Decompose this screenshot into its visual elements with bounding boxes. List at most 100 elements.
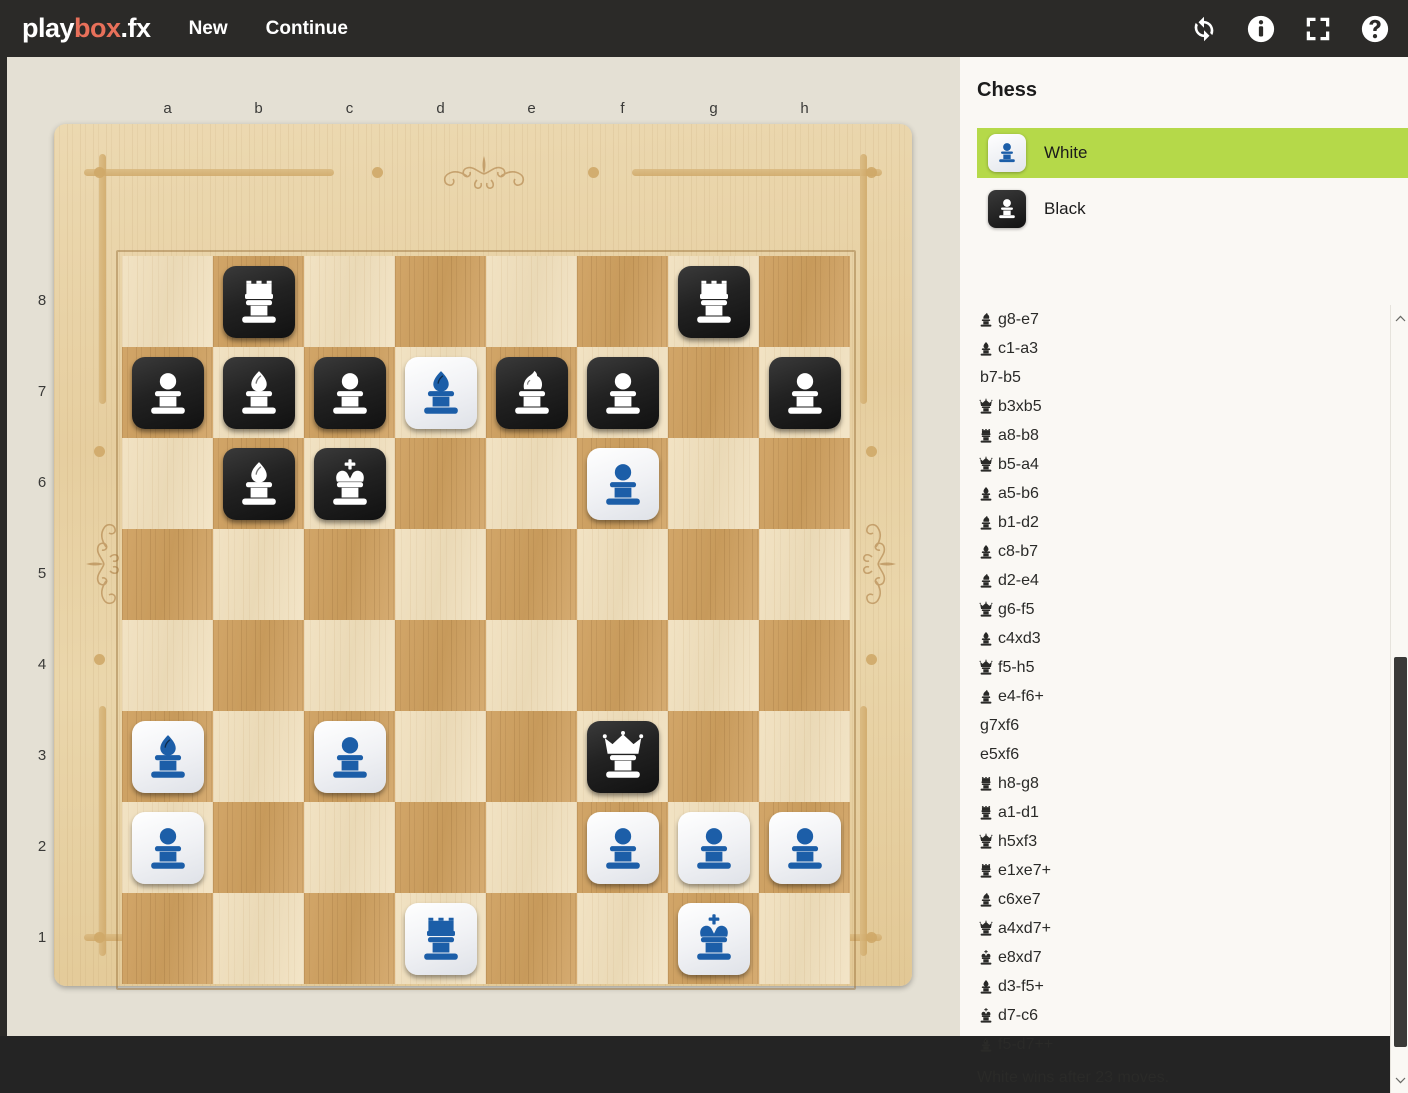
move-list-item[interactable]: g8-e7 — [960, 305, 1408, 334]
piece-black-pawn-a7[interactable] — [131, 356, 204, 429]
board-square-a4[interactable] — [122, 620, 213, 711]
move-list-item[interactable]: e8xd7 — [960, 943, 1408, 972]
move-list-item[interactable]: c6xe7 — [960, 885, 1408, 914]
piece-white-pawn-f6[interactable] — [586, 447, 659, 520]
move-list-item[interactable]: b1-d2 — [960, 508, 1408, 537]
board-square-d6[interactable] — [395, 438, 486, 529]
piece-white-pawn-f2[interactable] — [586, 811, 659, 884]
board-square-a3[interactable] — [122, 711, 213, 802]
move-list-item[interactable]: g7xf6 — [960, 711, 1408, 740]
board-square-c1[interactable] — [304, 893, 395, 984]
board-square-e8[interactable] — [486, 256, 577, 347]
move-list-item[interactable]: b5-a4 — [960, 450, 1408, 479]
board-square-f7[interactable] — [577, 347, 668, 438]
refresh-icon[interactable] — [1189, 14, 1219, 44]
move-list-item[interactable]: c8-b7 — [960, 537, 1408, 566]
help-icon[interactable] — [1360, 14, 1390, 44]
piece-white-pawn-c3[interactable] — [313, 720, 386, 793]
move-list-item[interactable]: c1-a3 — [960, 334, 1408, 363]
board-square-b3[interactable] — [213, 711, 304, 802]
board-square-c6[interactable] — [304, 438, 395, 529]
piece-white-pawn-a2[interactable] — [131, 811, 204, 884]
board-square-d3[interactable] — [395, 711, 486, 802]
board-square-f5[interactable] — [577, 529, 668, 620]
board-square-h8[interactable] — [759, 256, 850, 347]
board-square-f4[interactable] — [577, 620, 668, 711]
app-logo[interactable]: playbox.fx — [22, 13, 151, 44]
move-list-item[interactable]: d7-c6 — [960, 1001, 1408, 1030]
board-square-d7[interactable] — [395, 347, 486, 438]
board-square-g4[interactable] — [668, 620, 759, 711]
board-square-a7[interactable] — [122, 347, 213, 438]
scroll-up-button[interactable] — [1391, 309, 1408, 327]
move-list-item[interactable]: b3xb5 — [960, 392, 1408, 421]
piece-black-rook-b8[interactable] — [222, 265, 295, 338]
board-square-h5[interactable] — [759, 529, 850, 620]
move-list-item[interactable]: e1xe7+ — [960, 856, 1408, 885]
move-list-item[interactable]: g6-f5 — [960, 595, 1408, 624]
board-square-f3[interactable] — [577, 711, 668, 802]
board-square-d1[interactable] — [395, 893, 486, 984]
board-square-a2[interactable] — [122, 802, 213, 893]
board-square-h7[interactable] — [759, 347, 850, 438]
fullscreen-icon[interactable] — [1303, 14, 1333, 44]
move-list-item[interactable]: a8-b8 — [960, 421, 1408, 450]
board-square-f8[interactable] — [577, 256, 668, 347]
move-list-item[interactable]: a5-b6 — [960, 479, 1408, 508]
board-square-g5[interactable] — [668, 529, 759, 620]
board-square-h4[interactable] — [759, 620, 850, 711]
move-list-item[interactable]: e5xf6 — [960, 740, 1408, 769]
move-list-item[interactable]: d2-e4 — [960, 566, 1408, 595]
board-square-a8[interactable] — [122, 256, 213, 347]
board-square-h1[interactable] — [759, 893, 850, 984]
board-square-g7[interactable] — [668, 347, 759, 438]
board-square-c4[interactable] — [304, 620, 395, 711]
move-list[interactable]: g8-e7 c1-a3 b7-b5 b3xb5 a8-b8 b5-a4 a5-b6 b1-d2… — [960, 305, 1408, 1093]
piece-white-king-g1[interactable] — [677, 902, 750, 975]
board-square-b2[interactable] — [213, 802, 304, 893]
board-square-b7[interactable] — [213, 347, 304, 438]
piece-white-pawn-g2[interactable] — [677, 811, 750, 884]
board-square-e3[interactable] — [486, 711, 577, 802]
player-black[interactable]: Black — [977, 184, 1408, 234]
move-list-item[interactable]: e4-f6+ — [960, 682, 1408, 711]
move-list-item[interactable]: h5xf3 — [960, 827, 1408, 856]
nav-continue[interactable]: Continue — [266, 18, 348, 40]
board-square-g2[interactable] — [668, 802, 759, 893]
nav-new[interactable]: New — [189, 18, 228, 40]
move-list-item[interactable]: f5-h5 — [960, 653, 1408, 682]
board-square-c3[interactable] — [304, 711, 395, 802]
board-square-d2[interactable] — [395, 802, 486, 893]
board-square-e4[interactable] — [486, 620, 577, 711]
piece-black-bishop-b6[interactable] — [222, 447, 295, 520]
piece-white-bishop-d7[interactable] — [404, 356, 477, 429]
board-square-h6[interactable] — [759, 438, 850, 529]
move-list-item[interactable]: d3-f5+ — [960, 972, 1408, 1001]
scrollbar-thumb[interactable] — [1394, 657, 1407, 1047]
board-square-h3[interactable] — [759, 711, 850, 802]
move-list-item[interactable]: a1-d1 — [960, 798, 1408, 827]
board-square-g6[interactable] — [668, 438, 759, 529]
board-square-e2[interactable] — [486, 802, 577, 893]
board-square-c8[interactable] — [304, 256, 395, 347]
board-square-b1[interactable] — [213, 893, 304, 984]
move-list-item[interactable]: c4xd3 — [960, 624, 1408, 653]
move-list-scrollbar[interactable] — [1390, 305, 1408, 1093]
board-square-b8[interactable] — [213, 256, 304, 347]
piece-white-pawn-h2[interactable] — [768, 811, 841, 884]
piece-black-knight-e7[interactable] — [495, 356, 568, 429]
move-list-item[interactable]: b7-b5 — [960, 363, 1408, 392]
piece-black-pawn-c7[interactable] — [313, 356, 386, 429]
info-icon[interactable] — [1246, 14, 1276, 44]
board-square-d5[interactable] — [395, 529, 486, 620]
scroll-down-button[interactable] — [1391, 1071, 1408, 1089]
piece-black-pawn-h7[interactable] — [768, 356, 841, 429]
board-square-b5[interactable] — [213, 529, 304, 620]
piece-black-queen-f3[interactable] — [586, 720, 659, 793]
board-square-f6[interactable] — [577, 438, 668, 529]
board-square-d8[interactable] — [395, 256, 486, 347]
board-square-a1[interactable] — [122, 893, 213, 984]
piece-white-bishop-a3[interactable] — [131, 720, 204, 793]
move-list-item[interactable]: a4xd7+ — [960, 914, 1408, 943]
piece-black-rook-g8[interactable] — [677, 265, 750, 338]
